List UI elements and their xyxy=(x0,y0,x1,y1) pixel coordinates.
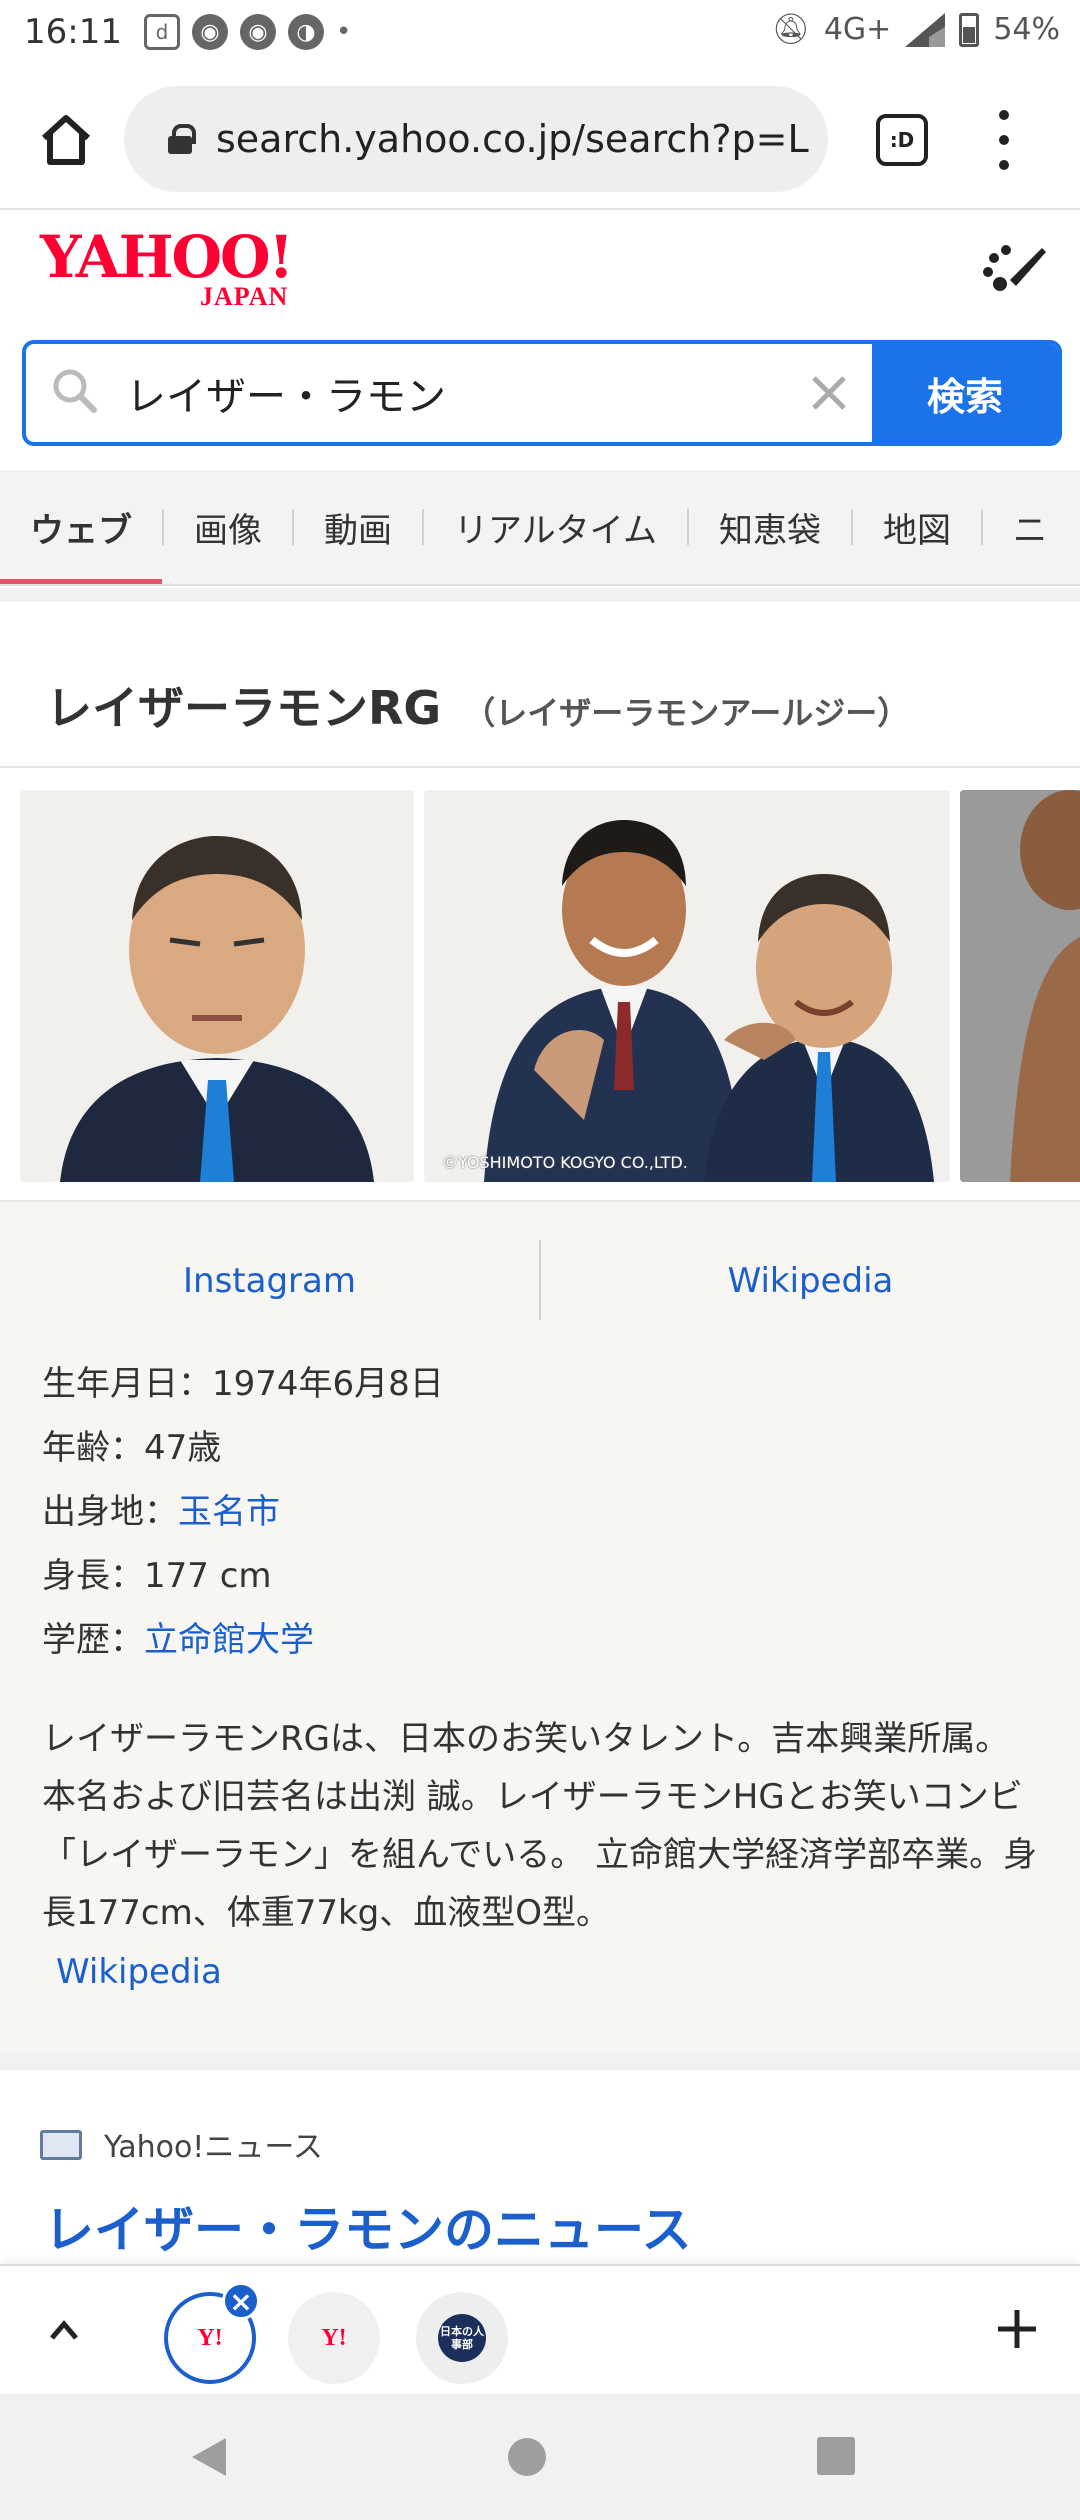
entity-facts: 生年月日：1974年6月8日 年齢：47歳 出身地：玉名市 身長：177 cm … xyxy=(42,1352,444,1672)
system-status: 🔕︎ 4G+ 54% xyxy=(772,12,1060,47)
knowledge-panel-body: Instagram Wikipedia 生年月日：1974年6月8日 年齢：47… xyxy=(0,1200,1080,2052)
fact-birthdate: 生年月日：1974年6月8日 xyxy=(42,1364,444,1404)
entity-image-carousel: ©YOSHIMOTO KOGYO CO.,LTD. xyxy=(0,770,1080,1200)
news-icon xyxy=(40,2130,82,2160)
news-heading-link[interactable]: レイザー・ラモンのニュース xyxy=(44,2190,692,2262)
fact-age: 年齢：47歳 xyxy=(42,1428,222,1468)
tab-jinjibu[interactable]: 日本の人事部 xyxy=(416,2292,508,2384)
chrome-icon: ◉ xyxy=(240,14,276,50)
back-icon[interactable] xyxy=(186,2434,232,2480)
tab-switcher-button[interactable]: :D xyxy=(876,114,928,166)
image-copyright: ©YOSHIMOTO KOGYO CO.,LTD. xyxy=(442,1153,688,1172)
search-button[interactable]: 検索 xyxy=(872,344,1058,442)
tab-web[interactable]: ウェブ xyxy=(0,470,162,584)
tab-images[interactable]: 画像 xyxy=(164,470,292,584)
address-bar[interactable]: search.yahoo.co.jp/search?p=L xyxy=(124,86,828,192)
theme-paint-icon[interactable] xyxy=(980,240,1050,300)
mute-icon: 🔕︎ xyxy=(771,12,810,47)
entity-title: レイザーラモンRG （レイザーラモンアールジー） xyxy=(46,672,909,738)
url-text: search.yahoo.co.jp/search?p=L xyxy=(216,117,809,161)
yahoo-header: YAHOO! JAPAN レイザー・ラモン 検索 xyxy=(0,210,1080,470)
description-source-link[interactable]: Wikipedia xyxy=(56,1952,222,1992)
entity-photo[interactable] xyxy=(960,790,1080,1182)
fact-hometown: 出身地：玉名市 xyxy=(42,1492,280,1532)
knowledge-panel-header: レイザーラモンRG （レイザーラモンアールジー） xyxy=(0,588,1080,768)
notification-icons: d ◉ ◉ ◑ • xyxy=(144,14,351,50)
chevron-up-icon[interactable] xyxy=(44,2310,84,2350)
more-menu-icon[interactable] xyxy=(992,110,1016,170)
signal-icon xyxy=(905,12,946,47)
news-source: Yahoo!ニュース xyxy=(104,2130,323,2165)
docomo-icon: d xyxy=(144,14,180,50)
education-link[interactable]: 立命館大学 xyxy=(144,1620,314,1660)
recents-icon[interactable] xyxy=(816,2436,856,2476)
hometown-link[interactable]: 玉名市 xyxy=(178,1492,280,1532)
entity-reading: （レイザーラモンアールジー） xyxy=(463,694,910,732)
clear-icon[interactable] xyxy=(802,366,856,420)
tab-videos[interactable]: 動画 xyxy=(294,470,422,584)
search-input[interactable]: レイザー・ラモン xyxy=(126,364,446,422)
jinjibu-logo: 日本の人事部 xyxy=(438,2314,486,2362)
close-tab-icon[interactable]: × xyxy=(222,2282,260,2320)
battery-percent: 54% xyxy=(993,12,1060,47)
more-notifications-icon: • xyxy=(336,17,352,47)
chrome-icon: ◉ xyxy=(192,14,228,50)
tab-realtime[interactable]: リアルタイム xyxy=(424,470,687,584)
wikipedia-link[interactable]: Wikipedia xyxy=(541,1226,1080,1336)
baseball-icon: ◑ xyxy=(288,14,324,50)
entity-photo[interactable] xyxy=(20,790,414,1182)
news-section: Yahoo!ニュース レイザー・ラモンのニュース xyxy=(0,2052,1080,2264)
home-icon[interactable] xyxy=(36,110,96,170)
search-type-tabs: ウェブ 画像 動画 リアルタイム 知恵袋 地図 ニ xyxy=(0,470,1080,586)
status-bar: 16:11 d ◉ ◉ ◑ • 🔕︎ 4G+ 54% xyxy=(0,0,1080,70)
browser-toolbar: search.yahoo.co.jp/search?p=L :D xyxy=(0,70,1080,210)
tab-yahoo[interactable]: Y! xyxy=(288,2292,380,2384)
status-time: 16:11 xyxy=(24,12,122,52)
network-type: 4G+ xyxy=(823,12,892,47)
fact-education: 学歴：立命館大学 xyxy=(42,1620,314,1660)
search-icon xyxy=(53,369,97,413)
tab-news[interactable]: ニ xyxy=(983,470,1077,584)
yahoo-logo[interactable]: YAHOO! JAPAN xyxy=(40,228,294,311)
entity-name: レイザーラモンRG xyxy=(46,681,442,735)
instagram-link[interactable]: Instagram xyxy=(0,1226,539,1336)
tab-map[interactable]: 地図 xyxy=(853,470,981,584)
external-links: Instagram Wikipedia xyxy=(0,1226,1080,1336)
new-tab-icon[interactable] xyxy=(994,2306,1040,2352)
fact-height: 身長：177 cm xyxy=(42,1556,272,1596)
lock-icon xyxy=(168,124,196,154)
battery-icon xyxy=(959,12,980,47)
entity-description: レイザーラモンRGは、日本のお笑いタレント。吉本興業所属。本名および旧芸名は出渕… xyxy=(42,1719,1038,1933)
tab-strip: Y! × Y! 日本の人事部 xyxy=(0,2264,1080,2394)
entity-photo[interactable]: ©YOSHIMOTO KOGYO CO.,LTD. xyxy=(424,790,950,1182)
tab-chiebukuro[interactable]: 知恵袋 xyxy=(689,470,851,584)
android-navigation-bar xyxy=(0,2394,1080,2520)
search-box: レイザー・ラモン 検索 xyxy=(22,340,1062,446)
home-nav-icon[interactable] xyxy=(506,2436,548,2478)
